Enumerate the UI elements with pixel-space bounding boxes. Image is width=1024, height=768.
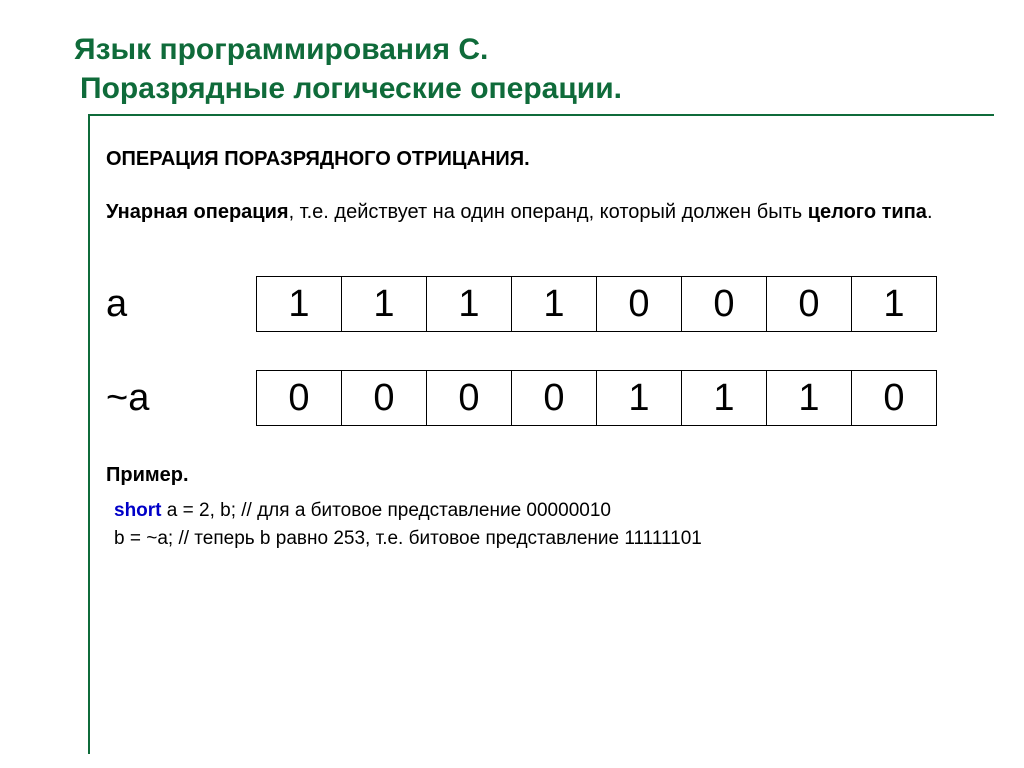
title-line-2: Поразрядные логические операции. [80, 69, 964, 108]
bit-cell: 0 [341, 370, 427, 426]
para-tail-bold: целого типа [808, 201, 927, 223]
bitrow-nota-label: ~a [106, 377, 256, 420]
bitgrid-nota: 0 0 0 0 1 1 1 0 [256, 370, 937, 426]
section-heading: ОПЕРАЦИЯ ПОРАЗРЯДНОГО ОТРИЦАНИЯ. [106, 148, 954, 171]
title-line-1: Язык программирования С. [74, 30, 964, 69]
bit-cell: 0 [256, 370, 342, 426]
bit-cell: 0 [511, 370, 597, 426]
bit-cell: 1 [596, 370, 682, 426]
bitgrid-a: 1 1 1 1 0 0 0 1 [256, 276, 937, 332]
bit-cell: 0 [596, 276, 682, 332]
example-heading: Пример. [106, 464, 954, 487]
slide-title: Язык программирования С. Поразрядные лог… [74, 30, 964, 108]
bit-cell: 1 [766, 370, 852, 426]
para-lead-bold: Унарная операция [106, 201, 289, 223]
bit-cell: 1 [426, 276, 512, 332]
keyword-short: short [114, 500, 162, 521]
bit-cell: 1 [851, 276, 937, 332]
bit-cell: 1 [256, 276, 342, 332]
code-block: short a = 2, b; // для a битовое предста… [114, 497, 954, 552]
bit-cell: 1 [341, 276, 427, 332]
bitrow-nota: ~a 0 0 0 0 1 1 1 0 [106, 370, 954, 426]
bit-cell: 0 [681, 276, 767, 332]
bitrow-a-label: a [106, 283, 256, 326]
code-line-1-rest: a = 2, b; // для a битовое представление… [162, 500, 611, 521]
code-line-2: b = ~a; // теперь b равно 253, т.е. бито… [114, 525, 954, 553]
bitrow-a: a 1 1 1 1 0 0 0 1 [106, 276, 954, 332]
title-rule [88, 114, 964, 122]
bit-cell: 0 [426, 370, 512, 426]
bit-cell: 1 [681, 370, 767, 426]
para-mid: , т.е. действует на один операнд, которы… [289, 201, 808, 223]
para-end: . [927, 201, 933, 223]
bit-cell: 0 [851, 370, 937, 426]
bit-cell: 1 [511, 276, 597, 332]
bit-cell: 0 [766, 276, 852, 332]
code-line-1: short a = 2, b; // для a битовое предста… [114, 497, 954, 525]
description-paragraph: Унарная операция, т.е. действует на один… [106, 199, 954, 226]
